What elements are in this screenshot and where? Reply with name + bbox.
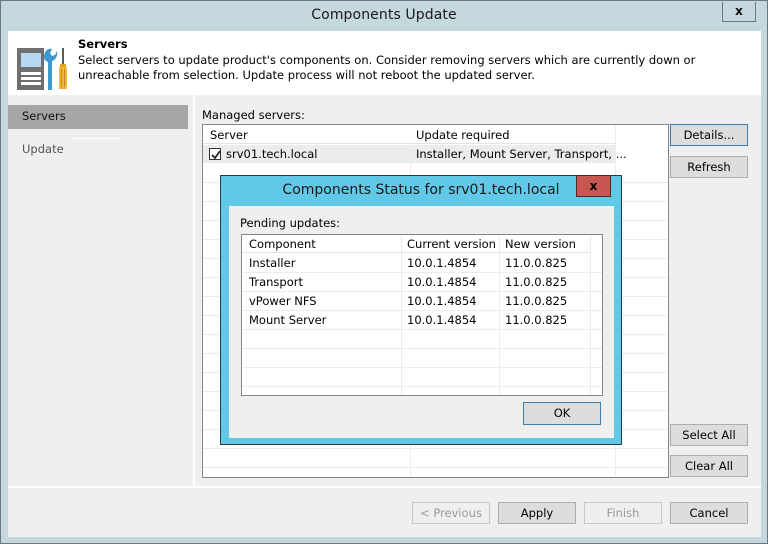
modal-title[interactable]: Components Status for srv01.tech.local [221, 182, 621, 198]
column-header-new-version[interactable]: New version [505, 237, 576, 251]
grid-line [242, 348, 602, 349]
wizard-steps-sidebar: Servers Update [8, 95, 195, 486]
update-required-value: Installer, Mount Server, Transport, ... [416, 147, 627, 161]
ok-button[interactable]: OK [523, 402, 601, 425]
modal-close-button[interactable]: x [576, 175, 611, 197]
current-version: 10.0.1.4854 [407, 256, 477, 270]
sidebar-item-servers[interactable]: Servers [8, 105, 188, 129]
select-all-button[interactable]: Select All [670, 424, 748, 446]
table-row[interactable]: Transport 10.0.1.4854 11.0.0.825 [242, 273, 590, 291]
apply-button[interactable]: Apply [498, 502, 576, 524]
pending-updates-header: Component Current version New version [242, 235, 590, 253]
server-name: srv01.tech.local [226, 147, 318, 161]
previous-button[interactable]: < Previous [412, 502, 490, 524]
current-version: 10.0.1.4854 [407, 275, 477, 289]
pending-updates-label: Pending updates: [240, 216, 341, 230]
step-description: Select servers to update product's compo… [78, 53, 696, 82]
grid-line [590, 235, 591, 395]
new-version: 11.0.0.825 [505, 256, 568, 270]
new-version: 11.0.0.825 [505, 313, 568, 327]
table-row[interactable]: Mount Server 10.0.1.4854 11.0.0.825 [242, 311, 590, 329]
new-version: 11.0.0.825 [505, 294, 568, 308]
window-close-button[interactable]: x [722, 2, 756, 22]
grid-line [203, 448, 668, 449]
managed-servers-label: Managed servers: [202, 108, 305, 122]
column-header-component[interactable]: Component [249, 237, 316, 251]
server-checkbox[interactable] [209, 148, 221, 160]
grid-line [242, 329, 602, 330]
finish-button[interactable]: Finish [584, 502, 662, 524]
grid-line [242, 386, 602, 387]
pending-updates-list[interactable]: Component Current version New version In… [241, 234, 603, 396]
server-tools-icon [17, 48, 67, 90]
step-title: Servers [78, 37, 128, 51]
clear-all-button[interactable]: Clear All [670, 455, 748, 477]
title-bar[interactable]: Components Update x [1, 1, 767, 31]
component-name: Installer [249, 256, 296, 270]
component-name: Transport [249, 275, 303, 289]
checkmark-icon [211, 150, 221, 160]
footer-divider [8, 486, 761, 488]
close-icon: x [735, 4, 743, 18]
current-version: 10.0.1.4854 [407, 313, 477, 327]
component-name: vPower NFS [249, 294, 317, 308]
grid-line [242, 367, 602, 368]
column-header-current-version[interactable]: Current version [407, 237, 496, 251]
current-version: 10.0.1.4854 [407, 294, 477, 308]
step-header: Servers Select servers to update product… [8, 31, 761, 95]
table-row[interactable]: vPower NFS 10.0.1.4854 11.0.0.825 [242, 292, 590, 310]
close-icon: x [589, 179, 598, 193]
cancel-button[interactable]: Cancel [670, 502, 748, 524]
server-list-header: Server Update required [203, 125, 615, 144]
components-status-dialog: Components Status for srv01.tech.local x… [220, 175, 622, 445]
column-header-update-required[interactable]: Update required [416, 128, 510, 142]
window-title: Components Update [311, 7, 457, 23]
details-button[interactable]: Details... [670, 124, 748, 146]
column-header-server[interactable]: Server [210, 128, 248, 142]
table-row[interactable]: srv01.tech.local Installer, Mount Server… [203, 145, 627, 163]
new-version: 11.0.0.825 [505, 275, 568, 289]
sidebar-item-update[interactable]: Update [8, 138, 188, 162]
refresh-button[interactable]: Refresh [670, 156, 748, 178]
grid-line [203, 467, 668, 468]
table-row[interactable]: Installer 10.0.1.4854 11.0.0.825 [242, 254, 590, 272]
modal-client-area: Pending updates: Component Current versi… [229, 206, 614, 438]
component-name: Mount Server [249, 313, 327, 327]
